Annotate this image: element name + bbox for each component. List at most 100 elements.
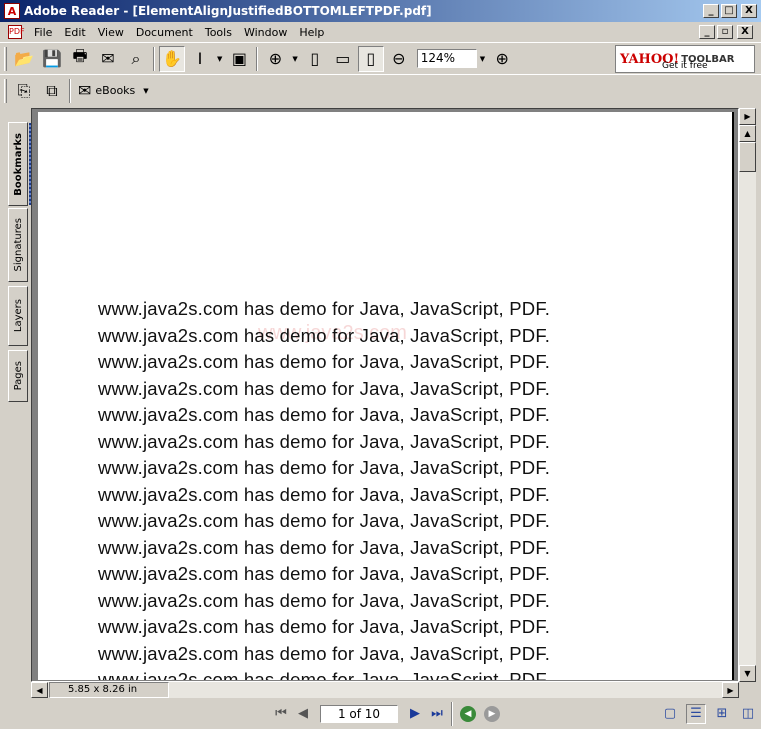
doc-restore-button[interactable]: ▫ <box>717 25 733 39</box>
adobe-reader-icon: A <box>4 3 20 19</box>
scroll-left-icon[interactable]: ◀ <box>31 682 48 698</box>
menu-file[interactable]: File <box>28 24 58 41</box>
tab-layers-label: Layers <box>12 299 24 333</box>
text-line: www.java2s.com has demo for Java, JavaSc… <box>98 431 551 452</box>
window-title: Adobe Reader - [ElementAlignJustifiedBOT… <box>24 4 432 18</box>
main-toolbar: 📂 💾 🖶 ✉ ⌕ ✋ Ⅰ ▼ ▣ ⊕ ▼ ▯ ▭ ▯ ⊖ 124% ▼ ⊕ Y… <box>0 42 761 74</box>
navigation-pane: Bookmarks Signatures Layers Pages <box>4 108 33 682</box>
tab-pages-label: Pages <box>12 361 24 391</box>
scroll-right-icon[interactable]: ▶ <box>722 682 739 698</box>
text-select-icon[interactable]: Ⅰ <box>187 46 213 72</box>
previous-view-icon[interactable]: ◀ <box>460 705 476 722</box>
ebooks-icon: ✉ <box>78 81 92 100</box>
tab-signatures[interactable]: Signatures <box>8 208 28 282</box>
actual-size-icon[interactable]: ▯ <box>302 46 328 72</box>
menu-window[interactable]: Window <box>238 24 293 41</box>
toolbar-grip[interactable] <box>4 78 7 103</box>
menu-tools[interactable]: Tools <box>199 24 238 41</box>
scroll-right-pane-icon[interactable]: ▶ <box>739 108 756 125</box>
fit-width-icon[interactable]: ▯ <box>357 45 384 72</box>
document-icon[interactable]: PDF <box>8 25 25 39</box>
previous-page-icon[interactable]: ◀ <box>292 706 314 721</box>
email-icon[interactable]: ✉ <box>95 46 121 72</box>
doc-close-button[interactable]: X <box>737 25 753 39</box>
toolbar-separator <box>451 701 453 726</box>
zoom-in-tool-icon[interactable]: ⊕ <box>262 46 288 72</box>
facing-layout-icon[interactable]: ⊞ <box>712 704 732 724</box>
zoom-out-icon[interactable]: ⊖ <box>386 46 412 72</box>
page-number-input[interactable]: 1 of 10 <box>320 704 398 723</box>
continuous-facing-layout-icon[interactable]: ◫ <box>738 704 758 724</box>
rotate-icon[interactable]: ⎘ <box>11 78 37 104</box>
menu-bar: PDF File Edit View Document Tools Window… <box>0 22 761 42</box>
doc-minimize-button[interactable]: _ <box>699 25 715 39</box>
text-line: www.java2s.com has demo for Java, JavaSc… <box>98 643 551 664</box>
next-view-icon[interactable]: ▶ <box>484 705 500 722</box>
tab-bookmarks[interactable]: Bookmarks <box>8 122 33 206</box>
first-page-icon[interactable]: ⏮ <box>270 706 292 721</box>
menu-edit[interactable]: Edit <box>58 24 91 41</box>
tab-layers[interactable]: Layers <box>8 286 28 346</box>
chevron-down-icon[interactable]: ▼ <box>217 55 222 63</box>
secondary-toolbar: ⎘ ⧉ ✉ eBooks ▼ <box>0 74 761 106</box>
title-bar: A Adobe Reader - [ElementAlignJustifiedB… <box>0 0 761 22</box>
chevron-down-icon[interactable]: ▼ <box>480 55 485 63</box>
ebooks-label: eBooks <box>95 84 136 97</box>
scroll-up-icon[interactable]: ▲ <box>739 125 756 142</box>
text-line: www.java2s.com has demo for Java, JavaSc… <box>98 590 551 611</box>
continuous-layout-icon[interactable]: ☰ <box>686 703 706 724</box>
text-line: www.java2s.com has demo for Java, JavaSc… <box>98 325 551 346</box>
next-page-icon[interactable]: ▶ <box>404 706 426 721</box>
fit-page-icon[interactable]: ▭ <box>330 46 356 72</box>
text-line: www.java2s.com has demo for Java, JavaSc… <box>98 457 551 478</box>
status-bar: ⏮ ◀ 1 of 10 ▶ ⏭ ◀ ▶ ▢ ☰ ⊞ ◫ <box>0 698 761 729</box>
minimize-button[interactable]: _ <box>703 4 719 18</box>
text-line: www.java2s.com has demo for Java, JavaSc… <box>98 484 551 505</box>
close-button[interactable]: X <box>741 4 757 18</box>
single-page-layout-icon[interactable]: ▢ <box>660 704 680 724</box>
text-line: www.java2s.com has demo for Java, JavaSc… <box>98 351 551 372</box>
yahoo-toolbar-button[interactable]: YAHOO! TOOLBAR Get it free <box>615 45 755 73</box>
save-icon[interactable]: 💾 <box>39 46 65 72</box>
open-folder-icon[interactable]: 📂 <box>11 46 37 72</box>
menu-view[interactable]: View <box>92 24 130 41</box>
search-binoculars-icon[interactable]: ⌕ <box>123 46 149 72</box>
hand-tool-icon[interactable]: ✋ <box>159 45 185 72</box>
chevron-down-icon: ▼ <box>143 86 149 95</box>
text-line: www.java2s.com has demo for Java, JavaSc… <box>98 298 551 319</box>
zoom-in-icon[interactable]: ⊕ <box>489 46 515 72</box>
text-line: www.java2s.com has demo for Java, JavaSc… <box>98 404 551 425</box>
horizontal-scrollbar[interactable]: ◀ 5.85 x 8.26 in ▶ <box>31 682 739 698</box>
last-page-icon[interactable]: ⏭ <box>426 706 448 721</box>
print-icon[interactable]: 🖶 <box>67 46 93 72</box>
zoom-input[interactable]: 124% <box>416 49 477 68</box>
toolbar-separator <box>69 78 71 103</box>
ebooks-button[interactable]: ✉ eBooks ▼ <box>78 81 152 100</box>
document-viewport[interactable]: www.java2s.com www.java2s.com has demo f… <box>31 108 739 682</box>
page-size-label: 5.85 x 8.26 in <box>49 682 169 698</box>
menu-help[interactable]: Help <box>293 24 330 41</box>
chevron-down-icon[interactable]: ▼ <box>292 55 297 63</box>
snapshot-icon[interactable]: ▣ <box>226 46 252 72</box>
copy-pages-icon[interactable]: ⧉ <box>39 78 65 104</box>
document-window-controls: _ ▫ X <box>699 25 757 39</box>
tab-pages[interactable]: Pages <box>8 350 28 402</box>
text-line: www.java2s.com has demo for Java, JavaSc… <box>98 378 551 399</box>
tab-signatures-label: Signatures <box>12 218 24 272</box>
toolbar-separator <box>256 46 259 71</box>
tab-bookmarks-label: Bookmarks <box>12 132 24 196</box>
text-line: www.java2s.com has demo for Java, JavaSc… <box>98 537 551 558</box>
text-line: www.java2s.com has demo for Java, JavaSc… <box>98 669 551 680</box>
toolbar-separator <box>153 46 155 71</box>
toolbar-grip[interactable] <box>4 46 7 71</box>
menu-document[interactable]: Document <box>130 24 199 41</box>
maximize-button[interactable]: □ <box>721 4 737 18</box>
scroll-down-icon[interactable]: ▼ <box>739 665 756 682</box>
vertical-scrollbar[interactable]: ▶ ▲ ▼ <box>739 108 756 682</box>
pdf-page: www.java2s.com www.java2s.com has demo f… <box>38 112 734 680</box>
text-line: www.java2s.com has demo for Java, JavaSc… <box>98 616 551 637</box>
scroll-thumb[interactable] <box>739 142 756 172</box>
yahoo-sub-label: Get it free <box>662 61 708 71</box>
text-line: www.java2s.com has demo for Java, JavaSc… <box>98 510 551 531</box>
text-line: www.java2s.com has demo for Java, JavaSc… <box>98 563 551 584</box>
